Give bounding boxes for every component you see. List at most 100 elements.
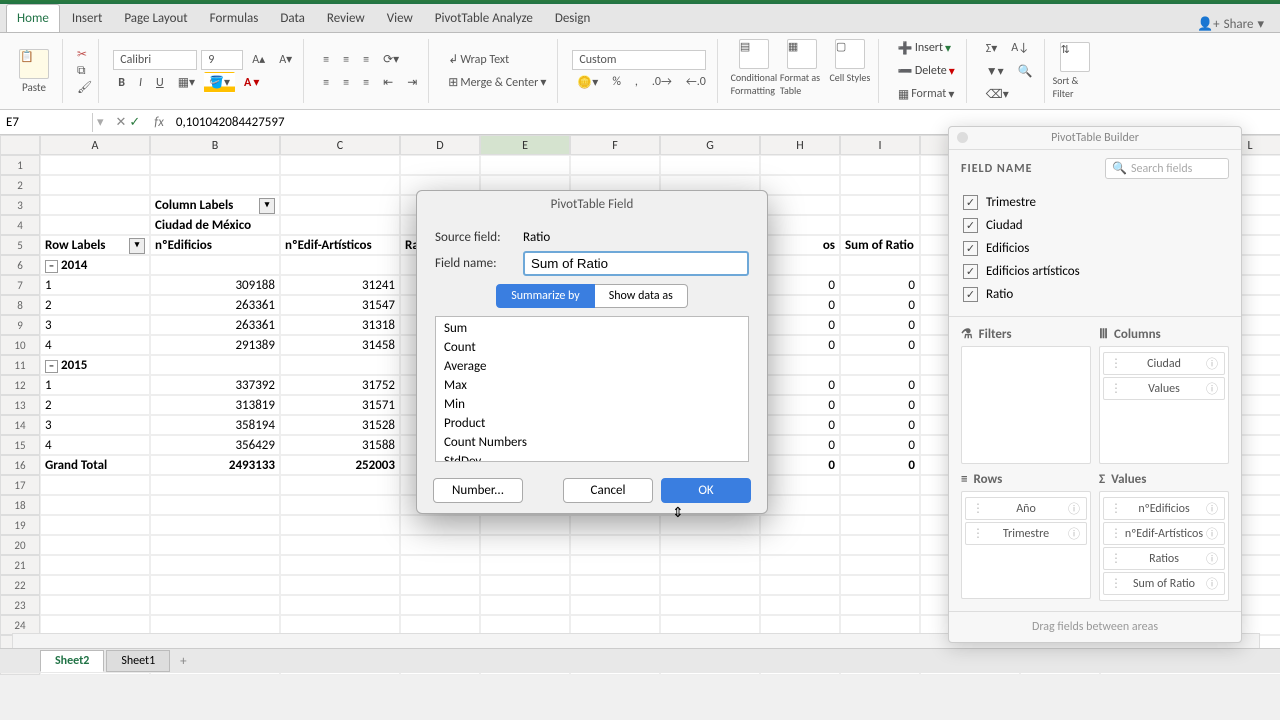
align-bot-icon[interactable]: ≡ bbox=[358, 50, 374, 70]
column-header-F[interactable]: F bbox=[570, 135, 660, 155]
scissors-icon[interactable]: ✂ bbox=[77, 47, 87, 62]
row-header-10[interactable]: 10 bbox=[0, 335, 40, 355]
format-cells-button[interactable]: ▦ Format ▾ bbox=[893, 84, 959, 105]
autosum-icon[interactable]: Σ▾ bbox=[981, 38, 1003, 59]
cell-I20[interactable] bbox=[840, 535, 920, 555]
cell-D1[interactable] bbox=[400, 155, 480, 175]
cell-I22[interactable] bbox=[840, 575, 920, 595]
row-header-23[interactable]: 23 bbox=[0, 595, 40, 615]
cell-H20[interactable] bbox=[760, 535, 840, 555]
cell-I3[interactable] bbox=[840, 195, 920, 215]
cell-H2[interactable] bbox=[760, 175, 840, 195]
borders-button[interactable]: ▦▾ bbox=[173, 72, 200, 93]
cell-H15[interactable]: 0 bbox=[760, 435, 840, 455]
cell-B10[interactable]: 291389 bbox=[150, 335, 280, 355]
cell-H21[interactable] bbox=[760, 555, 840, 575]
orientation-icon[interactable]: ⟳▾ bbox=[378, 49, 404, 70]
cell-H6[interactable] bbox=[760, 255, 840, 275]
close-icon[interactable] bbox=[957, 132, 968, 143]
cell-I19[interactable] bbox=[840, 515, 920, 535]
cell-H12[interactable]: 0 bbox=[760, 375, 840, 395]
cell-B20[interactable] bbox=[150, 535, 280, 555]
cell-H19[interactable] bbox=[760, 515, 840, 535]
cell-C15[interactable]: 31588 bbox=[280, 435, 400, 455]
row-header-19[interactable]: 19 bbox=[0, 515, 40, 535]
summarize-by-tab[interactable]: Summarize by bbox=[496, 284, 595, 308]
info-icon[interactable]: ⓘ bbox=[1068, 525, 1080, 542]
cell-I5[interactable]: Sum of Ratio bbox=[840, 235, 920, 255]
font-name-select[interactable]: Calibri bbox=[113, 50, 197, 70]
sheet-tab-active[interactable]: Sheet2 bbox=[40, 650, 104, 672]
row-header-22[interactable]: 22 bbox=[0, 575, 40, 595]
info-icon[interactable]: ⓘ bbox=[1206, 525, 1218, 542]
checkbox-icon[interactable]: ✓ bbox=[963, 195, 978, 210]
row-header-15[interactable]: 15 bbox=[0, 435, 40, 455]
select-all-corner[interactable] bbox=[0, 135, 40, 155]
function-option[interactable]: Max bbox=[438, 376, 746, 395]
cell-A15[interactable]: 4 bbox=[40, 435, 150, 455]
cell-B12[interactable]: 337392 bbox=[150, 375, 280, 395]
filters-drop-area[interactable] bbox=[961, 346, 1091, 464]
inc-decimal-icon[interactable]: .0→ bbox=[647, 72, 677, 92]
cell-E1[interactable] bbox=[480, 155, 570, 175]
fx-icon[interactable]: fx bbox=[148, 115, 170, 130]
row-header-5[interactable]: 5 bbox=[0, 235, 40, 255]
cell-I1[interactable] bbox=[840, 155, 920, 175]
field-item[interactable]: ✓Edificios bbox=[961, 237, 1229, 260]
ok-button[interactable]: OK bbox=[661, 478, 751, 503]
row-header-18[interactable]: 18 bbox=[0, 495, 40, 515]
cell-I11[interactable] bbox=[840, 355, 920, 375]
area-field-pill[interactable]: ⋮ Valuesⓘ bbox=[1103, 377, 1225, 400]
cell-H9[interactable]: 0 bbox=[760, 315, 840, 335]
area-field-pill[interactable]: ⋮ Trimestreⓘ bbox=[965, 522, 1087, 545]
column-header-G[interactable]: G bbox=[660, 135, 760, 155]
info-icon[interactable]: ⓘ bbox=[1206, 380, 1218, 397]
cell-E21[interactable] bbox=[480, 555, 570, 575]
cell-B3[interactable]: Column Labels▾ bbox=[150, 195, 280, 215]
cell-G19[interactable] bbox=[660, 515, 760, 535]
area-field-pill[interactable]: ⋮ nºEdificiosⓘ bbox=[1103, 497, 1225, 520]
cell-G24[interactable] bbox=[660, 615, 760, 635]
function-option[interactable]: Count bbox=[438, 338, 746, 357]
cell-I14[interactable]: 0 bbox=[840, 415, 920, 435]
cell-C4[interactable] bbox=[280, 215, 400, 235]
format-as-table-button[interactable]: ▦Format as Table bbox=[780, 39, 824, 103]
cell-A22[interactable] bbox=[40, 575, 150, 595]
function-option[interactable]: Average bbox=[438, 357, 746, 376]
wrap-text-button[interactable]: ↲ Wrap Text bbox=[443, 49, 514, 70]
cell-I16[interactable]: 0 bbox=[840, 455, 920, 475]
checkbox-icon[interactable]: ✓ bbox=[963, 264, 978, 279]
tab-pivotanalyze[interactable]: PivotTable Analyze bbox=[425, 5, 543, 32]
cell-E19[interactable] bbox=[480, 515, 570, 535]
number-format-select[interactable]: Custom bbox=[572, 50, 706, 70]
cell-A21[interactable] bbox=[40, 555, 150, 575]
cell-B4[interactable]: Ciudad de México bbox=[150, 215, 280, 235]
cell-H13[interactable]: 0 bbox=[760, 395, 840, 415]
cell-H11[interactable] bbox=[760, 355, 840, 375]
tab-formulas[interactable]: Formulas bbox=[200, 5, 269, 32]
align-left-icon[interactable]: ≡ bbox=[318, 73, 334, 93]
cell-I17[interactable] bbox=[840, 475, 920, 495]
cell-E24[interactable] bbox=[480, 615, 570, 635]
cell-C9[interactable]: 31318 bbox=[280, 315, 400, 335]
fill-icon[interactable]: ▼▾ bbox=[981, 61, 1009, 82]
cell-H14[interactable]: 0 bbox=[760, 415, 840, 435]
cell-A6[interactable]: −2014 bbox=[40, 255, 150, 275]
align-center-icon[interactable]: ≡ bbox=[338, 73, 354, 93]
row-header-6[interactable]: 6 bbox=[0, 255, 40, 275]
delete-cells-button[interactable]: ➖ Delete ▾ bbox=[893, 61, 960, 82]
search-fields-input[interactable]: 🔍Search fields bbox=[1105, 158, 1229, 179]
cell-A14[interactable]: 3 bbox=[40, 415, 150, 435]
row-header-20[interactable]: 20 bbox=[0, 535, 40, 555]
show-data-as-tab[interactable]: Show data as bbox=[595, 284, 688, 308]
cell-H3[interactable] bbox=[760, 195, 840, 215]
italic-button[interactable]: I bbox=[134, 73, 147, 93]
currency-icon[interactable]: 🪙▾ bbox=[572, 72, 603, 93]
area-field-pill[interactable]: ⋮ Sum of Ratioⓘ bbox=[1103, 572, 1225, 595]
cell-F21[interactable] bbox=[570, 555, 660, 575]
cell-E20[interactable] bbox=[480, 535, 570, 555]
row-header-24[interactable]: 24 bbox=[0, 615, 40, 635]
area-field-pill[interactable]: ⋮ Ratiosⓘ bbox=[1103, 547, 1225, 570]
tab-home[interactable]: Home bbox=[6, 4, 60, 32]
cell-A4[interactable] bbox=[40, 215, 150, 235]
